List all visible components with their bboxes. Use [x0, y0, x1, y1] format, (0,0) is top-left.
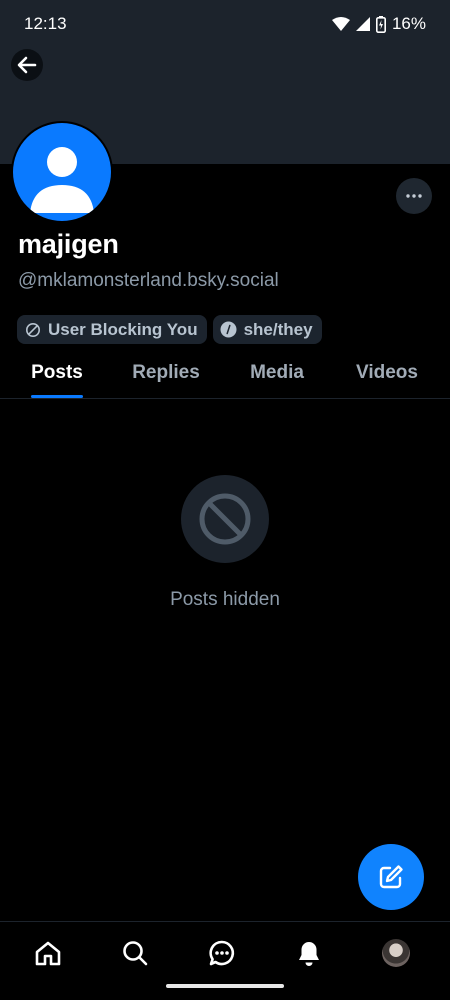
arrow-left-icon — [17, 56, 37, 74]
profile-handle: @mklamonsterland.bsky.social — [18, 270, 279, 291]
pronouns-icon — [220, 321, 237, 338]
nav-profile[interactable] — [380, 937, 412, 969]
compose-post-button[interactable] — [358, 844, 424, 910]
tab-videos-label: Videos — [356, 362, 418, 383]
bottom-navigation — [0, 921, 450, 1000]
profile-pills: User Blocking You she/they — [17, 315, 322, 344]
home-indicator — [166, 984, 284, 988]
status-bar: 12:13 16% — [0, 0, 450, 48]
tab-media-label: Media — [250, 362, 304, 383]
tab-videos[interactable]: Videos — [354, 354, 420, 399]
bell-icon — [299, 942, 319, 966]
tab-posts-label: Posts — [31, 362, 83, 383]
chat-icon — [209, 940, 235, 966]
nav-chat[interactable] — [206, 937, 238, 969]
empty-state: Posts hidden — [0, 475, 450, 611]
pronouns-label: she/they — [243, 319, 313, 339]
battery-icon — [375, 15, 386, 33]
profile-avatar[interactable] — [11, 121, 113, 223]
tab-replies[interactable]: Replies — [131, 354, 201, 399]
back-button[interactable] — [11, 49, 43, 81]
block-icon — [24, 321, 41, 338]
more-options-button[interactable] — [396, 178, 432, 214]
tab-posts[interactable]: Posts — [31, 354, 83, 399]
block-icon — [181, 475, 269, 563]
nav-home[interactable] — [32, 937, 64, 969]
battery-percent: 16% — [391, 14, 426, 33]
empty-state-text: Posts hidden — [170, 589, 280, 610]
nav-search[interactable] — [119, 937, 151, 969]
ellipsis-icon — [406, 194, 422, 198]
status-icons: 16% — [331, 14, 426, 34]
search-icon — [123, 941, 148, 966]
home-icon — [35, 941, 61, 966]
blocking-pill-label: User Blocking You — [48, 319, 198, 339]
profile-tabs: Posts Replies Media Videos — [0, 354, 450, 399]
display-name: majigen — [18, 229, 119, 259]
pronouns-pill: she/they — [212, 315, 322, 344]
tab-media[interactable]: Media — [248, 354, 306, 399]
user-avatar — [382, 939, 410, 967]
nav-notifications[interactable] — [293, 937, 325, 969]
wifi-icon — [331, 17, 350, 31]
status-time: 12:13 — [24, 14, 67, 33]
signal-icon — [355, 17, 370, 31]
active-tab-indicator — [31, 395, 83, 398]
blocking-pill[interactable]: User Blocking You — [17, 315, 207, 344]
compose-icon — [379, 865, 403, 889]
default-avatar-icon — [13, 123, 111, 221]
tab-replies-label: Replies — [132, 362, 200, 383]
